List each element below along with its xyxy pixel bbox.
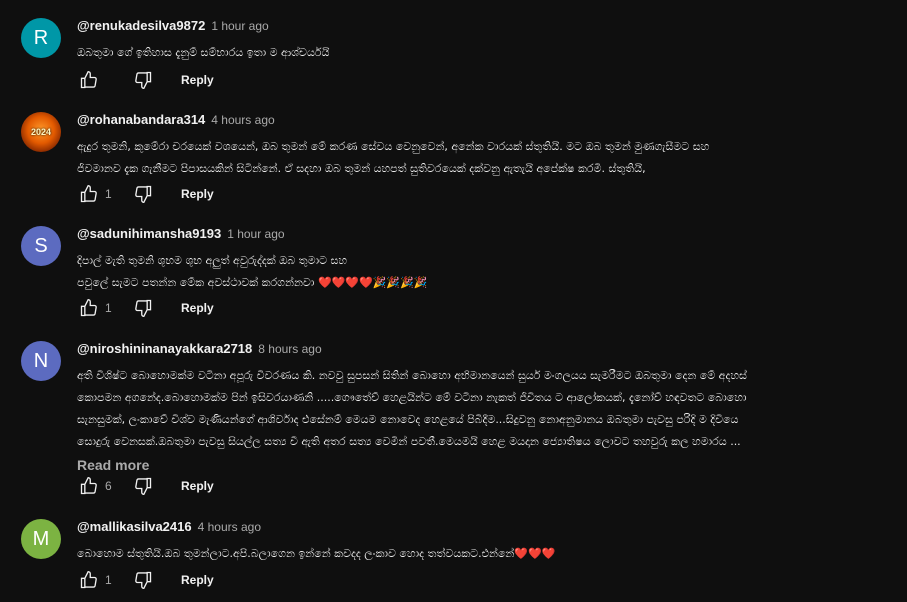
- comment-text: ඇදුර තුමනි, කුමේරා චරයෙක් වශයෙන්, ඔබ තුම…: [77, 140, 710, 175]
- avatar-letter: R: [33, 26, 49, 49]
- comment-time[interactable]: 1 hour ago: [227, 227, 284, 241]
- dislike-icon[interactable]: [131, 296, 155, 320]
- avatar[interactable]: R: [21, 18, 61, 58]
- comment-text: ඔබතුමා ගේ ඉතිහාස දැනුම් සම්භාරය ඉතා ම ආශ…: [77, 46, 330, 59]
- avatar[interactable]: 2024: [21, 112, 61, 152]
- like-icon[interactable]: [77, 182, 101, 206]
- avatar[interactable]: N: [21, 341, 61, 381]
- comment-text: දිපාල් මැති තුමනි ශුභම ශුභ අලුත් අවුරුද්…: [77, 250, 877, 294]
- dislike-icon[interactable]: [131, 182, 155, 206]
- comment-time[interactable]: 4 hours ago: [211, 113, 274, 127]
- avatar-image-text: 2024: [30, 127, 52, 137]
- comments-list: R @renukadesilva9872 1 hour ago ඔබතුමා ග…: [0, 0, 907, 602]
- comment-text: බොහොම ස්තුතියි.ඔබ තුමන්ලාට.අපි.බලාගෙන ඉන…: [77, 543, 877, 565]
- reply-button[interactable]: Reply: [181, 479, 214, 493]
- dislike-icon[interactable]: [131, 568, 155, 592]
- avatar-letter: M: [32, 527, 50, 550]
- like-icon[interactable]: [77, 474, 101, 498]
- avatar[interactable]: S: [21, 226, 61, 266]
- read-more-link[interactable]: Read more: [77, 457, 877, 473]
- comment-time[interactable]: 4 hours ago: [198, 520, 261, 534]
- like-count: 1: [105, 573, 112, 587]
- reply-button[interactable]: Reply: [181, 301, 214, 315]
- comment-author[interactable]: @renukadesilva9872: [77, 18, 205, 33]
- like-count: 1: [105, 187, 112, 201]
- like-icon[interactable]: [77, 68, 101, 92]
- reply-button[interactable]: Reply: [181, 573, 214, 587]
- like-count: 1: [105, 301, 112, 315]
- comment-text: අති විශිෂ්ට බොහොමක්ම වටිනා අපූරු විවරණය …: [77, 369, 747, 448]
- avatar-letter: N: [33, 349, 49, 372]
- like-icon[interactable]: [77, 296, 101, 320]
- comment-time[interactable]: 1 hour ago: [211, 19, 268, 33]
- comment-author[interactable]: @sadunihimansha9193: [77, 226, 221, 241]
- comment-text-body: බොහොම ස්තුතියි.ඔබ තුමන්ලාට.අපි.බලාගෙන ඉන…: [77, 547, 515, 560]
- comment-text-body: දිපාල් මැති තුමනි ශුභම ශුභ අලුත් අවුරුද්…: [77, 254, 348, 289]
- like-icon[interactable]: [77, 568, 101, 592]
- comment-time[interactable]: 8 hours ago: [258, 342, 321, 356]
- avatar-letter: S: [34, 234, 48, 257]
- like-count: 6: [105, 479, 112, 493]
- comment-author[interactable]: @rohanabandara314: [77, 112, 205, 127]
- emoji-reactions: ❤️❤️❤️: [514, 547, 556, 560]
- dislike-icon[interactable]: [131, 68, 155, 92]
- dislike-icon[interactable]: [131, 474, 155, 498]
- comment-author[interactable]: @mallikasilva2416: [77, 519, 192, 534]
- avatar[interactable]: M: [21, 519, 61, 559]
- emoji-reactions: ❤️❤️❤️❤️🎉🎉🎉🎉: [317, 276, 428, 289]
- reply-button[interactable]: Reply: [181, 187, 214, 201]
- reply-button[interactable]: Reply: [181, 73, 214, 87]
- comment-author[interactable]: @niroshininanayakkara2718: [77, 341, 252, 356]
